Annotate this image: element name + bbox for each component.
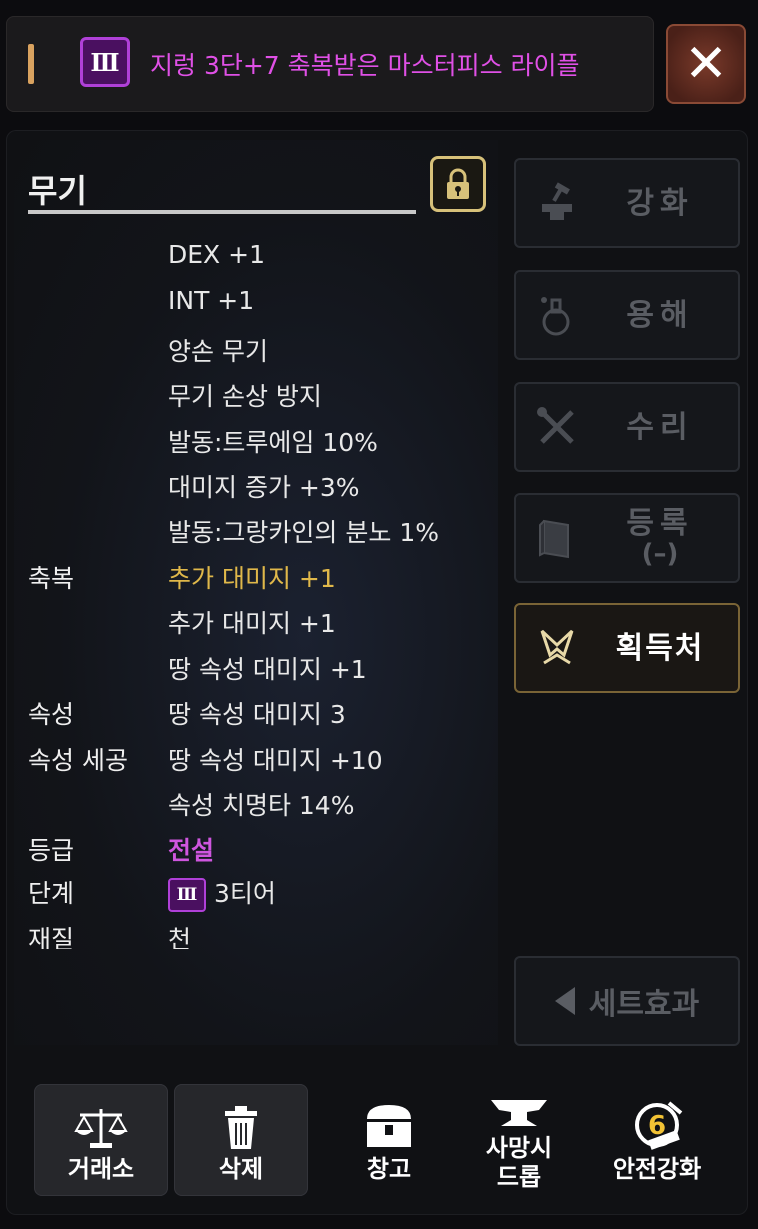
repair-button[interactable]: 수리	[514, 382, 740, 472]
source-label: 획득처	[615, 630, 705, 666]
set-effect-label: 세트효과	[588, 987, 700, 1022]
delete-button[interactable]: 삭제	[174, 1084, 308, 1196]
lock-button[interactable]	[430, 156, 486, 212]
book-icon	[539, 519, 569, 559]
exchange-button[interactable]: 거래소	[34, 1084, 168, 1196]
stat-list: · DEX +1 INT +1 양손 무기 무기 손상 방지 발동:트루에임 1…	[28, 240, 439, 949]
arrow-left-icon	[554, 987, 575, 1015]
set-effect-button[interactable]: 세트효과	[514, 956, 740, 1046]
item-name: 지렁 3단+7 축복받은 마스터피스 라이플	[150, 51, 580, 80]
exchange-label: 거래소	[67, 1155, 135, 1184]
title-marker	[28, 44, 34, 84]
death-drop-label: 사망시 드롭	[485, 1134, 553, 1192]
enhance-button[interactable]: 강화	[514, 158, 740, 248]
safe-enhance-number: 6	[648, 1111, 666, 1141]
death-drop-button[interactable]: 사망시 드롭	[452, 1080, 586, 1200]
potion-flask-icon	[541, 297, 570, 336]
dissolve-label: 용해	[626, 297, 694, 333]
scales-icon	[74, 1109, 128, 1149]
close-button[interactable]: ✕	[666, 24, 746, 104]
dissolve-button[interactable]: 용해	[514, 270, 740, 360]
delete-label: 삭제	[218, 1155, 264, 1184]
storage-button[interactable]: 창고	[322, 1084, 456, 1196]
anvil-icon	[491, 1100, 547, 1127]
enhance-label: 강화	[626, 185, 694, 221]
anvil-hammer-icon	[542, 182, 572, 220]
register-count: (–)	[641, 539, 679, 570]
chest-icon	[367, 1105, 411, 1148]
source-button[interactable]: 획득처	[514, 603, 740, 693]
register-label: 등록 (–)	[626, 506, 694, 570]
trash-icon	[225, 1106, 257, 1150]
register-button[interactable]: 등록 (–)	[514, 493, 740, 583]
repair-label: 수리	[626, 409, 694, 445]
tier-badge: Ⅲ	[80, 37, 130, 87]
safe-enhance-button[interactable]: 6 안전강화	[590, 1084, 724, 1196]
location-marker-icon	[540, 629, 574, 665]
safe-enhance-icon: 6	[635, 1101, 683, 1151]
tier-mini-badge: Ⅲ	[168, 878, 206, 912]
storage-label: 창고	[366, 1155, 412, 1184]
repair-tools-icon	[537, 407, 574, 444]
category-label: 무기	[28, 172, 87, 210]
lock-icon	[447, 168, 469, 199]
safe-enhance-label: 안전강화	[612, 1155, 702, 1184]
